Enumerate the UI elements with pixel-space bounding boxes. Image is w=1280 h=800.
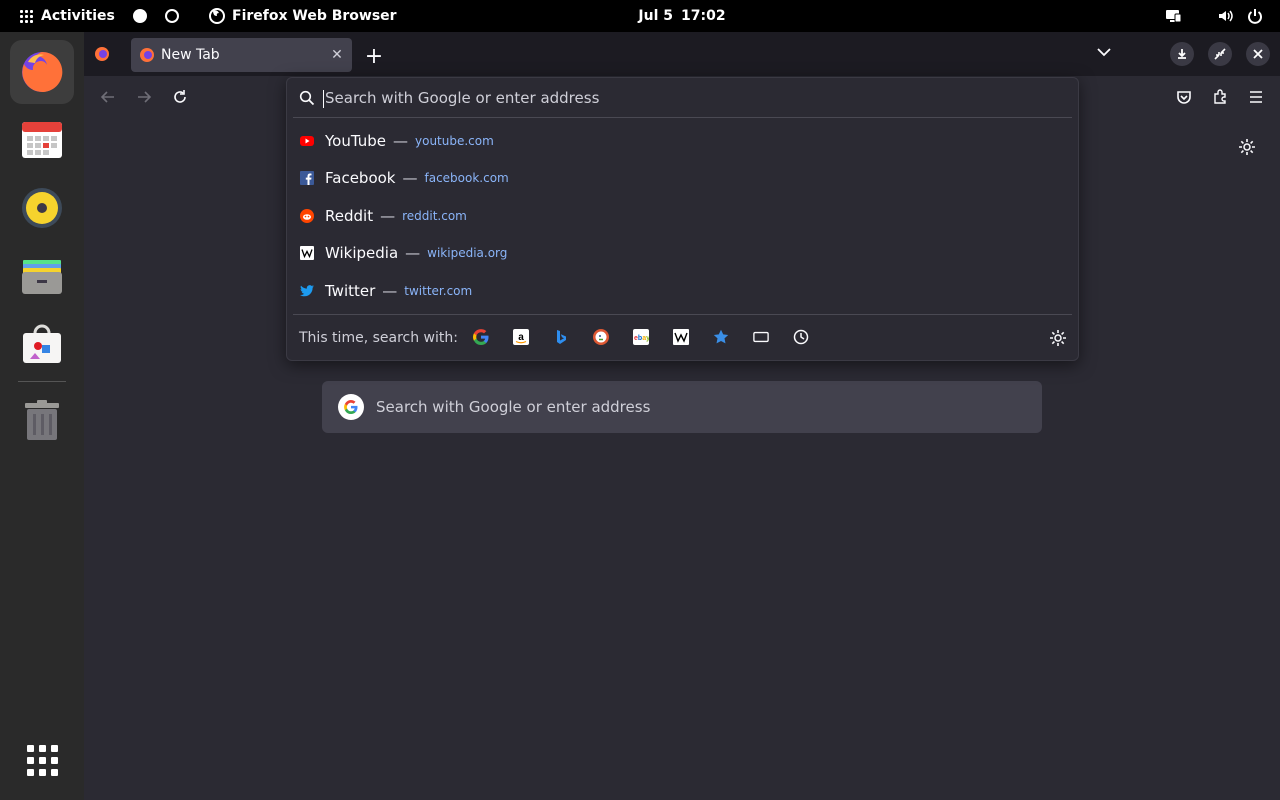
- twitter-bird-icon: [299, 283, 315, 299]
- trash-icon: [25, 400, 59, 440]
- power-icon[interactable]: [1247, 0, 1263, 32]
- duckduckgo-icon[interactable]: [593, 329, 609, 345]
- software-bag-icon: [23, 324, 61, 363]
- firefox-favicon-icon: [140, 48, 154, 62]
- suggestion-title: YouTube: [325, 132, 386, 150]
- suggestion-title: Twitter: [325, 282, 376, 300]
- dock-trash[interactable]: [10, 388, 74, 452]
- suggestion-url: wikipedia.org: [427, 246, 508, 260]
- pinned-tab[interactable]: [94, 46, 110, 66]
- suggestion-url: facebook.com: [424, 171, 509, 185]
- newtab-search-box[interactable]: Search with Google or enter address: [322, 381, 1042, 433]
- svg-text:a: a: [518, 332, 524, 343]
- oneoff-label: This time, search with:: [299, 330, 458, 346]
- show-applications-button[interactable]: [10, 728, 74, 792]
- clock[interactable]: Jul 5 17:02: [0, 0, 1280, 32]
- urlbar-divider: [293, 117, 1072, 118]
- facebook-icon: [299, 170, 315, 186]
- amazon-icon[interactable]: a: [513, 329, 529, 345]
- suggestion-url: twitter.com: [404, 284, 473, 298]
- suggestion-separator: —: [405, 244, 421, 262]
- gnome-top-bar: Activities Firefox Web Browser Jul 5 17:…: [0, 0, 1280, 32]
- new-tab-button[interactable]: +: [362, 44, 386, 69]
- tab-title: New Tab: [161, 47, 220, 63]
- back-arrow-icon[interactable]: [96, 85, 120, 109]
- wikipedia-icon: [299, 245, 315, 261]
- firefox-favicon-icon: [95, 47, 109, 61]
- dock-calendar[interactable]: [10, 108, 74, 172]
- firefox-icon: [22, 51, 63, 92]
- dock-firefox[interactable]: [10, 40, 74, 104]
- bing-icon[interactable]: [553, 329, 569, 345]
- dock-files[interactable]: [10, 244, 74, 308]
- dock-rhythmbox[interactable]: [10, 176, 74, 240]
- customize-gear-icon[interactable]: [1238, 138, 1256, 160]
- suggestion-title: Reddit: [325, 207, 374, 225]
- app-grid-icon: [26, 744, 58, 776]
- youtube-icon: [299, 133, 315, 149]
- list-all-tabs-chevron-down-icon[interactable]: [1096, 44, 1112, 64]
- wikipedia-icon[interactable]: [673, 329, 689, 345]
- oneoff-divider: [293, 314, 1072, 315]
- tabs-icon[interactable]: [753, 329, 769, 345]
- tab-new-tab[interactable]: New Tab ✕: [131, 38, 352, 72]
- network-icon[interactable]: [1164, 0, 1182, 32]
- oneoff-engines: a ebay: [473, 329, 809, 345]
- suggestion-url: youtube.com: [415, 134, 494, 148]
- clock-time: 17:02: [681, 8, 726, 24]
- suggestion-row[interactable]: Wikipedia — wikipedia.org: [299, 235, 1069, 271]
- files-icon: [22, 260, 62, 294]
- suggestion-separator: —: [393, 132, 408, 150]
- speaker-icon: [22, 188, 62, 228]
- suggestion-title: Facebook: [325, 169, 396, 187]
- suggestion-url: reddit.com: [402, 209, 467, 223]
- tab-strip: New Tab ✕ +: [84, 32, 1280, 76]
- window-close-icon[interactable]: [1246, 42, 1270, 66]
- window-restore-icon[interactable]: [1208, 42, 1232, 66]
- hamburger-menu-icon[interactable]: [1244, 85, 1268, 109]
- dock-separator: [18, 381, 66, 382]
- ebay-icon[interactable]: ebay: [633, 329, 649, 345]
- reload-icon[interactable]: [168, 85, 192, 109]
- address-bar-placeholder: Search with Google or enter address: [322, 89, 600, 108]
- dock: [0, 32, 84, 800]
- newtab-search-placeholder: Search with Google or enter address: [376, 398, 651, 416]
- search-settings-gear-icon[interactable]: [1049, 329, 1067, 351]
- reddit-icon: [299, 208, 315, 224]
- clock-date: Jul 5: [638, 8, 673, 24]
- suggestion-row[interactable]: YouTube — youtube.com: [299, 123, 1069, 159]
- pocket-icon[interactable]: [1172, 85, 1196, 109]
- forward-arrow-icon[interactable]: [132, 85, 156, 109]
- dock-software[interactable]: [10, 312, 74, 376]
- google-g-icon: [338, 394, 364, 420]
- suggestion-title: Wikipedia: [325, 244, 399, 262]
- urlbar-popup: Search with Google or enter address YouT…: [286, 77, 1079, 361]
- bookmarks-star-icon[interactable]: [713, 329, 729, 345]
- search-icon: [299, 90, 315, 106]
- suggestion-row[interactable]: Facebook — facebook.com: [299, 160, 1069, 196]
- suggestion-separator: —: [380, 207, 396, 225]
- suggestion-separator: —: [382, 282, 398, 300]
- svg-text:ebay: ebay: [634, 335, 649, 342]
- address-bar-input[interactable]: Search with Google or enter address: [287, 78, 1078, 118]
- google-icon[interactable]: [473, 329, 489, 345]
- suggestion-separator: —: [402, 169, 418, 187]
- history-clock-icon[interactable]: [793, 329, 809, 345]
- suggestion-row[interactable]: Twitter — twitter.com: [299, 273, 1069, 309]
- calendar-icon: [22, 122, 62, 158]
- window-download-icon[interactable]: [1170, 42, 1194, 66]
- extensions-puzzle-icon[interactable]: [1208, 85, 1232, 109]
- volume-icon[interactable]: [1218, 0, 1234, 32]
- suggestion-row[interactable]: Reddit — reddit.com: [299, 198, 1069, 234]
- tab-close-icon[interactable]: ✕: [328, 46, 346, 64]
